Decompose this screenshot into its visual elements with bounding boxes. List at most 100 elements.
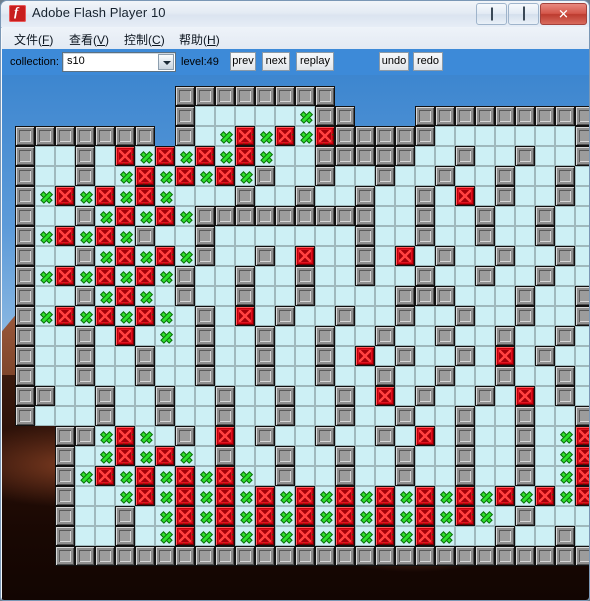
floor-tile[interactable] [35, 246, 55, 266]
floor-tile[interactable] [415, 466, 435, 486]
floor-tile[interactable] [515, 126, 535, 146]
floor-tile[interactable] [195, 426, 215, 446]
floor-tile[interactable] [55, 146, 75, 166]
floor-tile[interactable] [355, 446, 375, 466]
goal-tile[interactable] [35, 226, 55, 246]
box-on-goal-tile[interactable] [175, 486, 195, 506]
floor-tile[interactable] [435, 406, 455, 426]
floor-tile[interactable] [55, 386, 75, 406]
floor-tile[interactable] [255, 386, 275, 406]
floor-tile[interactable] [275, 266, 295, 286]
floor-tile[interactable] [55, 326, 75, 346]
floor-tile[interactable] [295, 306, 315, 326]
box-on-goal-tile[interactable] [375, 506, 395, 526]
floor-tile[interactable] [575, 526, 589, 546]
floor-tile[interactable] [255, 266, 275, 286]
floor-tile[interactable] [555, 506, 575, 526]
box-tile[interactable] [495, 346, 515, 366]
goal-tile[interactable] [515, 486, 535, 506]
goal-tile[interactable] [75, 306, 95, 326]
goal-tile[interactable] [395, 486, 415, 506]
floor-tile[interactable] [515, 186, 535, 206]
floor-tile[interactable] [435, 186, 455, 206]
floor-tile[interactable] [535, 386, 555, 406]
floor-tile[interactable] [35, 346, 55, 366]
floor-tile[interactable] [535, 126, 555, 146]
floor-tile[interactable] [55, 346, 75, 366]
floor-tile[interactable] [35, 406, 55, 426]
box-on-goal-tile[interactable] [215, 466, 235, 486]
box-tile[interactable] [515, 386, 535, 406]
floor-tile[interactable] [455, 286, 475, 306]
floor-tile[interactable] [275, 286, 295, 306]
floor-tile[interactable] [235, 426, 255, 446]
box-tile[interactable] [375, 386, 395, 406]
box-tile[interactable] [295, 246, 315, 266]
floor-tile[interactable] [275, 186, 295, 206]
goal-tile[interactable] [115, 226, 135, 246]
goal-tile[interactable] [115, 266, 135, 286]
box-on-goal-tile[interactable] [235, 146, 255, 166]
floor-tile[interactable] [215, 266, 235, 286]
box-tile[interactable] [115, 326, 135, 346]
floor-tile[interactable] [435, 346, 455, 366]
floor-tile[interactable] [215, 286, 235, 306]
floor-tile[interactable] [415, 246, 435, 266]
box-on-goal-tile[interactable] [375, 526, 395, 546]
floor-tile[interactable] [175, 366, 195, 386]
box-on-goal-tile[interactable] [115, 246, 135, 266]
floor-tile[interactable] [575, 326, 589, 346]
box-on-goal-tile[interactable] [495, 486, 515, 506]
floor-tile[interactable] [55, 246, 75, 266]
floor-tile[interactable] [455, 526, 475, 546]
box-on-goal-tile[interactable] [155, 446, 175, 466]
prev-button[interactable]: prev [230, 52, 256, 71]
floor-tile[interactable] [235, 226, 255, 246]
floor-tile[interactable] [535, 166, 555, 186]
floor-tile[interactable] [415, 366, 435, 386]
floor-tile[interactable] [115, 366, 135, 386]
goal-tile[interactable] [175, 446, 195, 466]
floor-tile[interactable] [455, 326, 475, 346]
floor-tile[interactable] [395, 186, 415, 206]
goal-tile[interactable] [135, 286, 155, 306]
goal-tile[interactable] [155, 326, 175, 346]
box-on-goal-tile[interactable] [195, 146, 215, 166]
floor-tile[interactable] [75, 406, 95, 426]
floor-tile[interactable] [395, 266, 415, 286]
box-on-goal-tile[interactable] [295, 486, 315, 506]
goal-tile[interactable] [175, 146, 195, 166]
floor-tile[interactable] [355, 466, 375, 486]
floor-tile[interactable] [475, 286, 495, 306]
box-on-goal-tile[interactable] [455, 506, 475, 526]
goal-tile[interactable] [135, 146, 155, 166]
floor-tile[interactable] [295, 466, 315, 486]
floor-tile[interactable] [455, 166, 475, 186]
floor-tile[interactable] [75, 446, 95, 466]
floor-tile[interactable] [495, 506, 515, 526]
floor-tile[interactable] [315, 226, 335, 246]
floor-tile[interactable] [35, 146, 55, 166]
box-tile[interactable] [235, 306, 255, 326]
box-on-goal-tile[interactable] [215, 506, 235, 526]
goal-tile[interactable] [235, 466, 255, 486]
box-on-goal-tile[interactable] [115, 206, 135, 226]
box-on-goal-tile[interactable] [55, 186, 75, 206]
floor-tile[interactable] [295, 406, 315, 426]
floor-tile[interactable] [435, 146, 455, 166]
goal-tile[interactable] [475, 506, 495, 526]
floor-tile[interactable] [355, 166, 375, 186]
floor-tile[interactable] [455, 206, 475, 226]
floor-tile[interactable] [115, 406, 135, 426]
floor-tile[interactable] [215, 326, 235, 346]
box-on-goal-tile[interactable] [275, 126, 295, 146]
goal-tile[interactable] [235, 486, 255, 506]
floor-tile[interactable] [535, 366, 555, 386]
floor-tile[interactable] [295, 146, 315, 166]
box-on-goal-tile[interactable] [575, 466, 589, 486]
floor-tile[interactable] [375, 186, 395, 206]
floor-tile[interactable] [315, 406, 335, 426]
floor-tile[interactable] [435, 386, 455, 406]
floor-tile[interactable] [195, 406, 215, 426]
goal-tile[interactable] [315, 506, 335, 526]
